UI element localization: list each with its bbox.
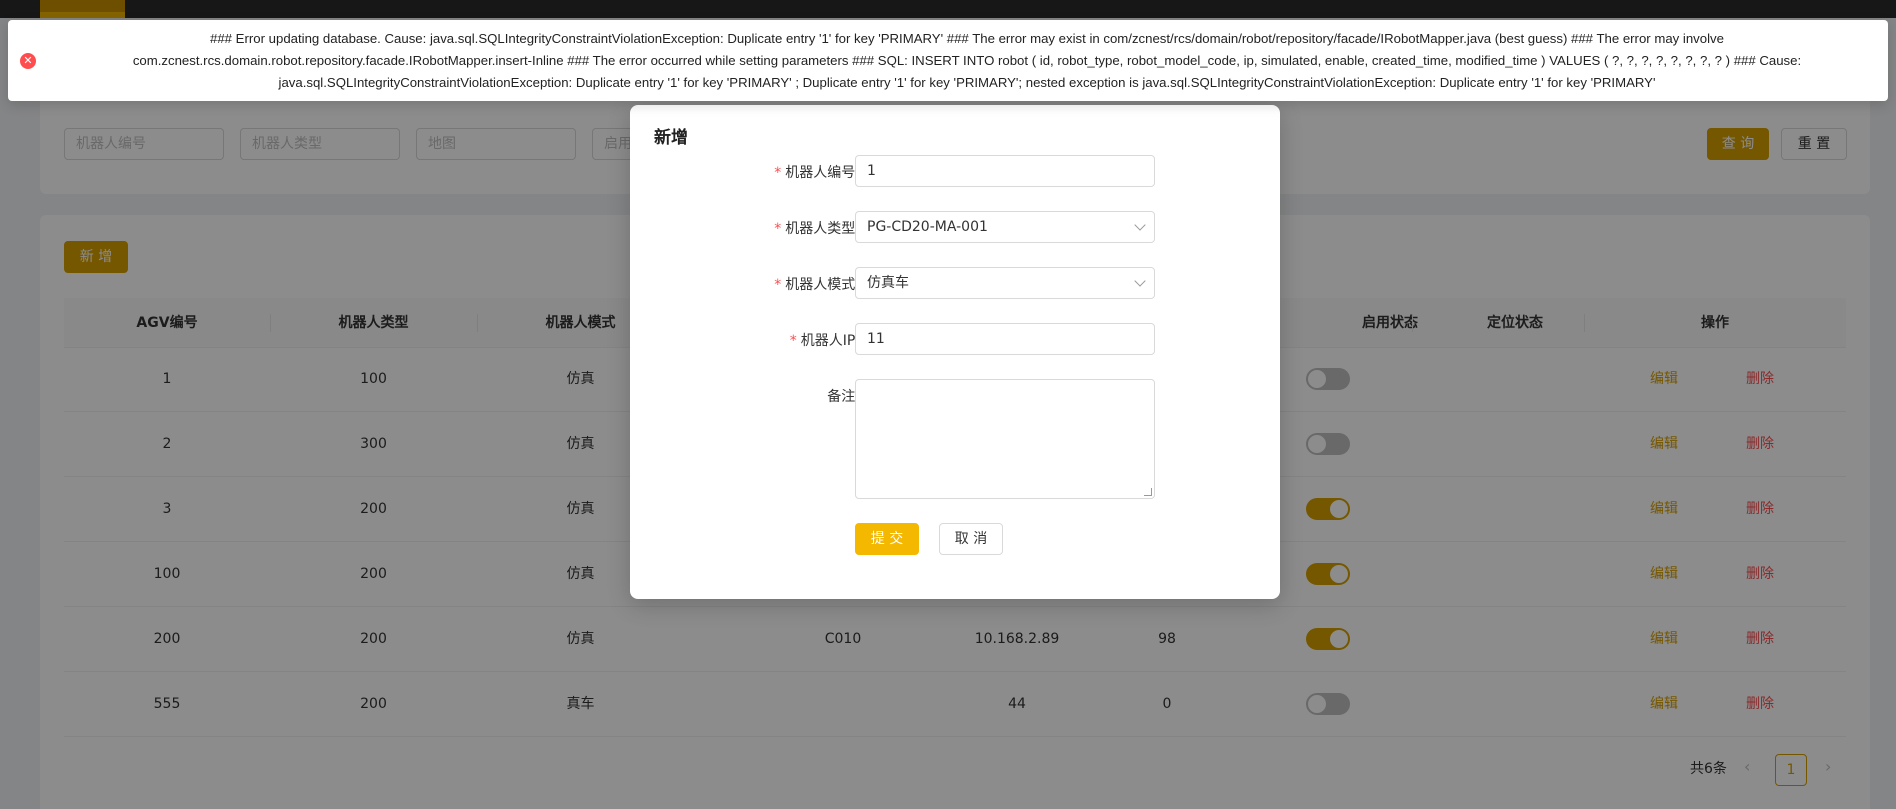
- required-mark: *: [774, 277, 782, 293]
- robot-type-label: * 机器人类型:: [774, 218, 860, 238]
- add-robot-modal: 新增 * 机器人编号: 1 * 机器人类型: PG-CD20-MA-001 * 机器人…: [630, 105, 1280, 599]
- robot-no-label-text: 机器人编号:: [785, 165, 860, 181]
- robot-mode-value: 仿真车: [867, 275, 909, 291]
- robot-mode-label-text: 机器人模式:: [785, 277, 860, 293]
- error-line: com.zcnest.rcs.domain.robot.repository.f…: [132, 53, 1802, 68]
- robot-type-label-text: 机器人类型:: [785, 221, 860, 237]
- submit-button[interactable]: 提 交: [855, 523, 919, 555]
- robot-ip-input[interactable]: 11: [855, 323, 1155, 355]
- chevron-down-icon: [1134, 219, 1146, 231]
- remark-textarea[interactable]: [855, 379, 1155, 499]
- modal-title: 新增: [654, 128, 688, 148]
- robot-ip-label-text: 机器人IP:: [800, 333, 860, 349]
- chevron-down-icon: [1134, 275, 1146, 287]
- required-mark: *: [774, 221, 782, 237]
- required-mark: *: [774, 165, 782, 181]
- error-line: java.sql.SQLIntegrityConstraintViolation…: [278, 75, 1656, 90]
- robot-no-label: * 机器人编号:: [774, 162, 860, 182]
- robot-mode-label: * 机器人模式:: [774, 274, 860, 294]
- resize-handle-icon[interactable]: [1144, 488, 1152, 496]
- robot-ip-label: * 机器人IP:: [790, 330, 860, 350]
- error-close-circle-icon: ✕: [20, 53, 36, 69]
- error-message-text: ### Error updating database. Cause: java…: [52, 28, 1882, 94]
- robot-type-value: PG-CD20-MA-001: [867, 219, 988, 235]
- required-mark: *: [789, 333, 797, 349]
- robot-no-input[interactable]: 1: [855, 155, 1155, 187]
- cancel-button[interactable]: 取 消: [939, 523, 1003, 555]
- error-message: ✕ ### Error updating database. Cause: ja…: [8, 20, 1888, 101]
- robot-type-select[interactable]: PG-CD20-MA-001: [855, 211, 1155, 243]
- error-line: ### Error updating database. Cause: java…: [210, 31, 1724, 46]
- robot-mode-select[interactable]: 仿真车: [855, 267, 1155, 299]
